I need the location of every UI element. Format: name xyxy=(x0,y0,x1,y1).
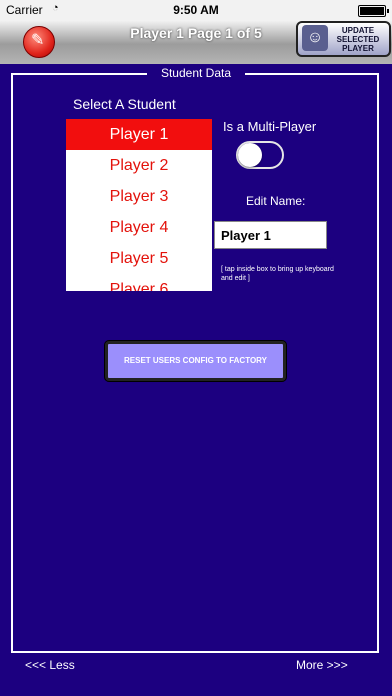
update-button-label: UPDATE SELECTED PLAYER xyxy=(330,26,386,53)
less-link[interactable]: <<< Less xyxy=(25,658,75,672)
navigation-bar: ✎ Player 1 Page 1 of 5 ☺ UPDATE SELECTED… xyxy=(0,20,392,64)
multi-player-label: Is a Multi-Player xyxy=(223,119,317,134)
multi-player-toggle[interactable] xyxy=(236,141,284,169)
student-picker-list[interactable]: Player 1 Player 2 Player 3 Player 4 Player 5… xyxy=(66,119,212,291)
student-list-item[interactable]: Player 3 xyxy=(66,181,212,212)
student-list-item[interactable]: Player 5 xyxy=(66,243,212,274)
edit-name-label: Edit Name: xyxy=(246,194,306,208)
student-list-item[interactable]: Player 6 xyxy=(66,274,212,291)
update-label-line3: PLAYER xyxy=(342,44,374,53)
name-edit-hint: [ tap inside box to bring up keyboard an… xyxy=(221,266,334,282)
student-list-item[interactable]: Player 1 xyxy=(66,119,212,150)
more-link[interactable]: More >>> xyxy=(296,658,348,672)
status-time: 9:50 AM xyxy=(173,3,219,17)
panel-legend: Student Data xyxy=(147,65,245,81)
reset-config-button[interactable]: RESET USERS CONFIG TO FACTORY xyxy=(105,341,286,381)
update-selected-player-button[interactable]: ☺ UPDATE SELECTED PLAYER xyxy=(296,21,391,57)
student-list-item[interactable]: Player 2 xyxy=(66,150,212,181)
status-bar: Carrier ◔ 9:50 AM xyxy=(0,0,392,20)
player-name-field[interactable] xyxy=(214,221,327,249)
toggle-knob xyxy=(238,143,262,167)
battery-icon xyxy=(358,5,389,17)
player-face-icon: ☺ xyxy=(302,25,328,51)
update-label-line1: UPDATE xyxy=(341,26,375,35)
update-label-line2: SELECTED xyxy=(336,35,380,44)
student-list-item[interactable]: Player 4 xyxy=(66,212,212,243)
select-student-title: Select A Student xyxy=(73,96,176,112)
